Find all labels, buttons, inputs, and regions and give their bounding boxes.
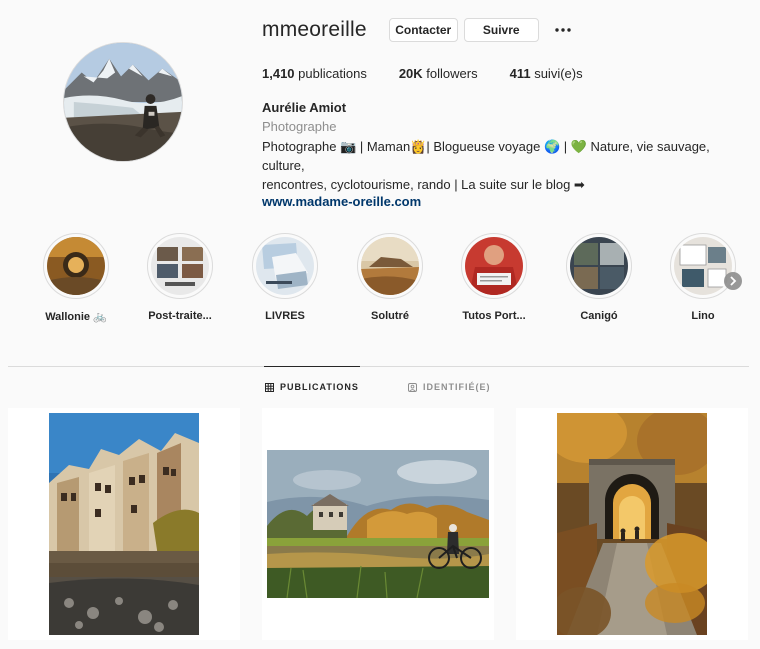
profile-category: Photographe xyxy=(262,119,337,134)
following-label: suivi(e)s xyxy=(530,66,583,81)
avatar-photo xyxy=(64,43,182,161)
highlight-cover xyxy=(151,237,209,295)
highlight-ring xyxy=(252,233,318,299)
highlight-ring xyxy=(147,233,213,299)
highlight-item[interactable]: Solutré xyxy=(357,233,423,322)
tab-label: IDENTIFIÉ(E) xyxy=(423,382,491,392)
active-tab-indicator xyxy=(264,366,360,367)
tagged-icon xyxy=(408,382,417,392)
profile-avatar[interactable] xyxy=(63,42,183,162)
highlight-item[interactable]: Tutos Port... xyxy=(461,233,527,322)
full-name: Aurélie Amiot xyxy=(262,100,347,115)
tab-publications[interactable]: PUBLICATIONS xyxy=(265,382,359,392)
highlight-label: Solutré xyxy=(371,310,409,322)
post-image xyxy=(267,450,489,598)
profile-stats: 1,410 publications 20K followers 411 sui… xyxy=(262,66,752,81)
highlight-cover xyxy=(361,237,419,295)
highlight-ring xyxy=(566,233,632,299)
post-image xyxy=(557,413,707,635)
highlight-label: Canigó xyxy=(580,310,618,322)
followers-count: 20K xyxy=(398,66,423,81)
highlight-cover xyxy=(256,237,314,295)
website-link[interactable]: www.madame-oreille.com xyxy=(262,194,752,209)
chevron-right-icon xyxy=(730,276,737,286)
post-thumbnail[interactable] xyxy=(516,408,748,640)
highlight-label: Wallonie 🚲 xyxy=(45,311,107,323)
highlight-ring xyxy=(43,233,109,299)
bio-line: Photographe 📷 | Maman👸| Blogueuse voyage… xyxy=(262,139,710,173)
highlight-item[interactable]: LIVRES xyxy=(252,233,318,322)
highlight-cover xyxy=(47,237,105,295)
highlight-item[interactable]: Lino xyxy=(670,233,736,322)
post-thumbnail[interactable] xyxy=(8,408,240,640)
post-thumbnail[interactable] xyxy=(262,408,494,640)
bio-line: rencontres, cyclotourisme, rando | La su… xyxy=(262,177,585,192)
highlight-ring xyxy=(357,233,423,299)
followers-stat[interactable]: 20K followers xyxy=(399,66,478,81)
followers-label: followers xyxy=(422,66,478,81)
posts-label: publications xyxy=(294,66,367,81)
highlight-cover xyxy=(465,237,523,295)
tabs-divider xyxy=(8,366,749,367)
highlight-item[interactable]: Post-traite... xyxy=(147,233,213,322)
highlight-cover xyxy=(674,237,732,295)
contact-button[interactable]: Contacter xyxy=(388,18,458,42)
posts-count: 1,410 xyxy=(262,66,295,81)
following-stat[interactable]: 411 suivi(e)s xyxy=(510,66,583,81)
highlight-label: Post-traite... xyxy=(148,310,212,322)
story-highlights: Wallonie 🚲 Post-traite... LIVRES Solutré… xyxy=(0,233,760,328)
following-count: 411 xyxy=(509,66,531,81)
highlight-ring xyxy=(670,233,736,299)
highlight-label: Tutos Port... xyxy=(462,310,526,322)
highlight-label: Lino xyxy=(691,310,715,322)
profile-bio: Photographe 📷 | Maman👸| Blogueuse voyage… xyxy=(262,137,752,194)
highlights-next-button[interactable] xyxy=(724,272,742,290)
highlight-cover xyxy=(570,237,628,295)
tab-label: PUBLICATIONS xyxy=(280,382,359,392)
profile-info: mmeoreille Contacter Suivre 1,410 public… xyxy=(262,15,752,209)
highlight-item[interactable]: Canigó xyxy=(566,233,632,322)
posts-stat: 1,410 publications xyxy=(262,66,367,81)
grid-icon xyxy=(265,382,274,392)
tab-tagged[interactable]: IDENTIFIÉ(E) xyxy=(408,382,491,392)
post-image xyxy=(49,413,199,635)
highlight-ring xyxy=(461,233,527,299)
highlight-item[interactable]: Wallonie 🚲 xyxy=(43,233,109,323)
follow-button[interactable]: Suivre xyxy=(463,18,539,42)
more-options-icon[interactable] xyxy=(553,20,573,40)
highlight-label: LIVRES xyxy=(265,310,305,322)
profile-title-row: mmeoreille Contacter Suivre xyxy=(262,15,752,45)
username: mmeoreille xyxy=(262,18,367,41)
